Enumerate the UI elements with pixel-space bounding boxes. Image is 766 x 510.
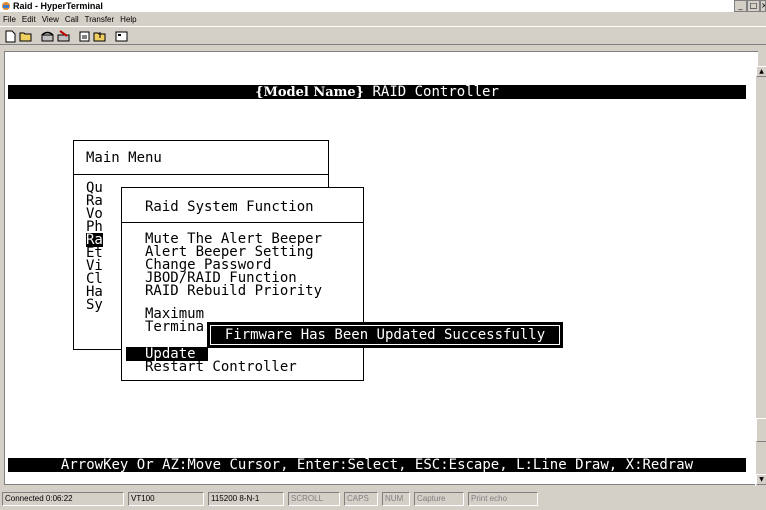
print-echo-indicator: Print echo xyxy=(468,492,538,506)
scroll-indicator: SCROLL xyxy=(288,492,340,506)
vertical-scrollbar[interactable]: ▲ ▼ xyxy=(755,66,766,486)
menu-edit[interactable]: Edit xyxy=(22,15,36,24)
scrollbar-thumb[interactable] xyxy=(756,418,766,442)
firmware-update-message: Firmware Has Been Updated Successfully xyxy=(210,325,560,345)
hyperterminal-app-icon xyxy=(2,2,10,10)
submenu-item-rebuild-priority[interactable]: RAID Rebuild Priority xyxy=(145,284,322,298)
receive-icon[interactable] xyxy=(93,30,108,43)
main-menu-item[interactable]: Sy xyxy=(86,298,103,312)
connection-time: Connected 0:06:22 xyxy=(2,492,124,506)
main-menu-title: Main Menu xyxy=(86,150,162,166)
scroll-down-button[interactable]: ▼ xyxy=(756,474,766,485)
caps-indicator: CAPS xyxy=(344,492,378,506)
terminal-header: {Model Name} RAID Controller xyxy=(8,84,746,100)
submenu-divider xyxy=(121,222,364,223)
controller-title: RAID Controller xyxy=(364,84,499,100)
status-bar: Connected 0:06:22 VT100 115200 8-N-1 SCR… xyxy=(0,488,766,510)
window-title-bar[interactable]: Raid - HyperTerminal _ □ × xyxy=(0,0,766,12)
menu-bar: File Edit View Call Transfer Help xyxy=(0,12,766,26)
maximize-button[interactable]: □ xyxy=(747,0,760,12)
firmware-update-dialog: Firmware Has Been Updated Successfully xyxy=(207,322,563,348)
phone-icon[interactable] xyxy=(40,30,55,43)
menu-help[interactable]: Help xyxy=(120,15,136,24)
scroll-up-button[interactable]: ▲ xyxy=(756,66,766,77)
menu-call[interactable]: Call xyxy=(65,15,79,24)
key-help-bar: ArrowKey Or AZ:Move Cursor, Enter:Select… xyxy=(8,458,746,472)
close-button[interactable]: × xyxy=(760,0,766,12)
properties-icon[interactable] xyxy=(114,30,129,43)
model-name: {Model Name} xyxy=(255,85,365,100)
submenu-title: Raid System Function xyxy=(145,199,314,215)
num-indicator: NUM xyxy=(382,492,410,506)
submenu-item-restart-controller[interactable]: Restart Controller xyxy=(145,360,297,374)
window-title: Raid - HyperTerminal xyxy=(13,1,103,11)
emulation-type: VT100 xyxy=(128,492,204,506)
open-icon[interactable] xyxy=(19,30,34,43)
menu-file[interactable]: File xyxy=(3,15,16,24)
menu-view[interactable]: View xyxy=(42,15,59,24)
disconnect-icon[interactable] xyxy=(56,30,71,43)
toolbar xyxy=(0,26,766,45)
capture-indicator: Capture xyxy=(414,492,464,506)
send-icon[interactable] xyxy=(77,30,92,43)
port-settings: 115200 8-N-1 xyxy=(208,492,284,506)
minimize-button[interactable]: _ xyxy=(734,0,747,12)
submenu-item-terminal[interactable]: Termina xyxy=(145,320,204,334)
main-menu-divider xyxy=(73,174,329,175)
new-icon[interactable] xyxy=(3,30,18,43)
menu-transfer[interactable]: Transfer xyxy=(85,15,115,24)
